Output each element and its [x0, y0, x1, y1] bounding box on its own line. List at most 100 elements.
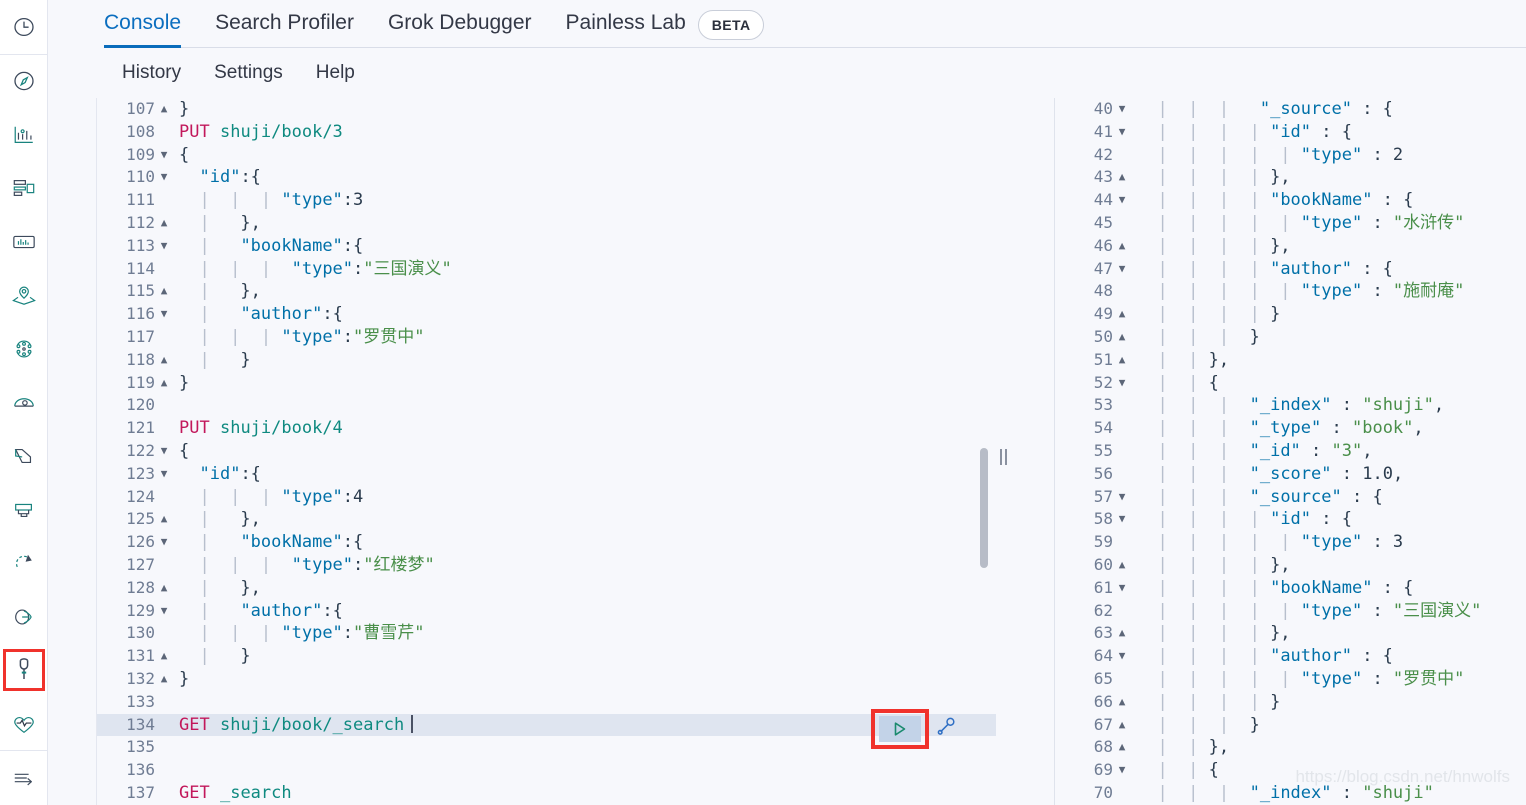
code-line[interactable]: 120 [97, 394, 996, 417]
code-line[interactable]: 108 PUT shuji/book/3 [97, 121, 996, 144]
visualize-icon[interactable] [0, 108, 48, 162]
run-request-button[interactable] [871, 708, 929, 749]
code-token: | | | | [1137, 190, 1260, 211]
infrastructure-icon[interactable] [0, 376, 48, 430]
code-line[interactable]: 113 ▼ | "bookName":{ [97, 235, 996, 258]
code-line[interactable]: 115 ▲ | }, [97, 280, 996, 303]
tab-console[interactable]: Console [104, 0, 182, 48]
code-line-text: | }, [159, 212, 996, 235]
code-line[interactable]: 109 ▼ { [97, 144, 996, 167]
discover-icon[interactable] [0, 55, 48, 109]
code-line: 57 ▼ | | | "_source" : { [1055, 486, 1526, 509]
code-token: { [1198, 372, 1219, 393]
tab-grok-debugger[interactable]: Grok Debugger [388, 0, 532, 48]
request-editor-scrollbar[interactable] [980, 448, 988, 568]
code-token: 1.0 [1362, 463, 1393, 484]
line-number: 127 [126, 554, 155, 574]
code-token: | | | [1137, 440, 1230, 461]
code-token: | | [1137, 372, 1199, 393]
code-line[interactable]: 131 ▲ | } [97, 645, 996, 668]
line-number: 45 [1093, 212, 1113, 232]
code-line[interactable]: 126 ▼ | "bookName":{ [97, 531, 996, 554]
code-line[interactable]: 133 [97, 691, 996, 714]
wrench-icon[interactable] [937, 716, 957, 743]
code-line-text: | | | "_index" : "shuji" [1117, 782, 1526, 805]
code-line[interactable]: 111 | | | "type":3 [97, 189, 996, 212]
code-line[interactable]: 134 GET shuji/book/_search [97, 708, 996, 749]
canvas-icon[interactable] [0, 215, 48, 269]
code-line[interactable]: 136 [97, 759, 996, 782]
code-line[interactable]: 132 ▲} [97, 668, 996, 691]
code-line[interactable]: 137 GET _search [97, 782, 996, 805]
code-line[interactable]: 129 ▼ | "author":{ [97, 600, 996, 623]
code-token: : [1362, 144, 1393, 165]
code-line[interactable]: 107 ▲} [97, 98, 996, 121]
code-line: 62 | | | | | "type" : "三国演义" [1055, 600, 1526, 623]
code-line[interactable]: 119 ▲} [97, 372, 996, 395]
kibana-dev-tools-console: Console Search Profiler Grok Debugger Pa… [0, 0, 1526, 805]
collapse-nav-icon[interactable] [0, 751, 48, 805]
request-editor-pane[interactable]: 107 ▲} 108 PUT shuji/book/3 109 ▼{110 ▼ "id":{… [96, 98, 996, 805]
code-line[interactable]: 124 | | | "type":4 [97, 486, 996, 509]
code-token: "_index" [1249, 782, 1332, 803]
code-line: 63 ▲ | | | | }, [1055, 622, 1526, 645]
code-line[interactable]: 135 [97, 736, 996, 759]
code-line[interactable]: 130 | | | "type":"曹雪芹" [97, 622, 996, 645]
dev-tools-tabbar: Console Search Profiler Grok Debugger Pa… [48, 0, 1526, 48]
recently-viewed-icon[interactable] [0, 0, 48, 54]
code-line-text: | | | "_source" : { [1117, 486, 1526, 509]
subnav-item-help[interactable]: Help [316, 62, 355, 84]
code-line[interactable]: 112 ▲ | }, [97, 212, 996, 235]
code-line-text: | | | "_index" : "shuji", [1117, 394, 1526, 417]
code-line[interactable]: 127 | | | "type":"红楼梦" [97, 554, 996, 577]
dashboard-icon[interactable] [0, 162, 48, 216]
code-token: : [1331, 463, 1363, 484]
response-output-pane[interactable]: 40 ▼ | | | "_source" : {41 ▼ | | | | "id" … [1054, 98, 1526, 805]
code-line[interactable]: 110 ▼ "id":{ [97, 166, 996, 189]
tab-painless-lab[interactable]: Painless Lab [566, 0, 686, 48]
code-line[interactable]: 122 ▼ { [97, 440, 996, 463]
code-token: 3 [353, 190, 364, 211]
code-line[interactable]: 123 ▼ "id":{ [97, 463, 996, 486]
code-line[interactable]: 128 ▲ | }, [97, 577, 996, 600]
code-token: , [1413, 418, 1424, 439]
code-line[interactable]: 114 | | | "type":"三国演义" [97, 258, 996, 281]
line-number: 43 ▲ [1055, 166, 1126, 189]
tab-search-profiler[interactable]: Search Profiler [215, 0, 354, 48]
code-line-text: | | | "_source" : { [1117, 98, 1526, 121]
uptime-icon[interactable] [0, 536, 48, 590]
code-line[interactable]: 121 PUT shuji/book/4 [97, 417, 996, 440]
code-token: : [1362, 532, 1393, 553]
request-editor-code[interactable]: 107 ▲} 108 PUT shuji/book/3 109 ▼{110 ▼ "id":{… [97, 98, 996, 805]
code-line-text: | | | "type":"三国演义" [159, 258, 996, 281]
code-line[interactable]: 125 ▲ | }, [97, 508, 996, 531]
global-nav-rail [0, 0, 48, 805]
code-token: "id" [1270, 509, 1312, 530]
logs-icon[interactable] [0, 429, 48, 483]
siem-icon[interactable] [0, 590, 48, 644]
code-token: }, [1198, 349, 1230, 370]
subnav-item-settings[interactable]: Settings [214, 62, 283, 84]
code-token: "罗贯中" [353, 326, 425, 347]
line-number: 134 [126, 714, 155, 734]
apm-icon[interactable] [0, 483, 48, 537]
machine-learning-icon[interactable] [0, 322, 48, 376]
dev-tools-icon[interactable] [0, 643, 48, 697]
pane-resize-handle[interactable] [996, 446, 1010, 468]
code-line[interactable]: 116 ▼ | "author":{ [97, 303, 996, 326]
code-line[interactable]: 118 ▲ | } [97, 349, 996, 372]
line-number: 125 ▲ [97, 508, 167, 531]
code-token: "三国演义" [1392, 600, 1482, 621]
maps-icon[interactable] [0, 269, 48, 323]
code-line[interactable]: 117 | | | "type":"罗贯中" [97, 326, 996, 349]
line-number: 128 ▲ [97, 577, 167, 600]
monitoring-icon[interactable] [0, 697, 48, 751]
subnav-item-history[interactable]: History [122, 62, 181, 84]
code-token: "type" [1300, 144, 1363, 165]
